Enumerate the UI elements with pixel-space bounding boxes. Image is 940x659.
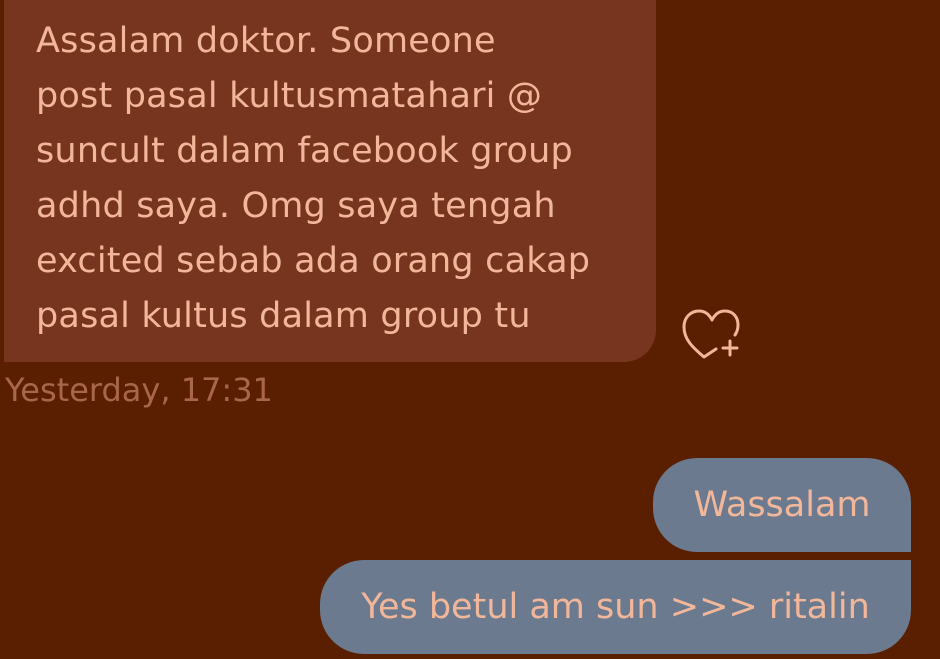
outgoing-message-text: Yes betul am sun >>> ritalin — [361, 587, 870, 627]
message-timestamp: Yesterday, 17:31 — [5, 371, 273, 409]
outgoing-message-bubble[interactable]: Yes betul am sun >>> ritalin — [320, 560, 911, 654]
heart-plus-icon[interactable] — [682, 305, 742, 359]
outgoing-message-text: Wassalam — [693, 485, 871, 525]
incoming-message-text: Assalam doktor. Someone post pasal kultu… — [36, 21, 591, 336]
outgoing-message-bubble[interactable]: Wassalam — [653, 458, 911, 552]
incoming-message-bubble[interactable]: Assalam doktor. Someone post pasal kultu… — [4, 0, 656, 362]
